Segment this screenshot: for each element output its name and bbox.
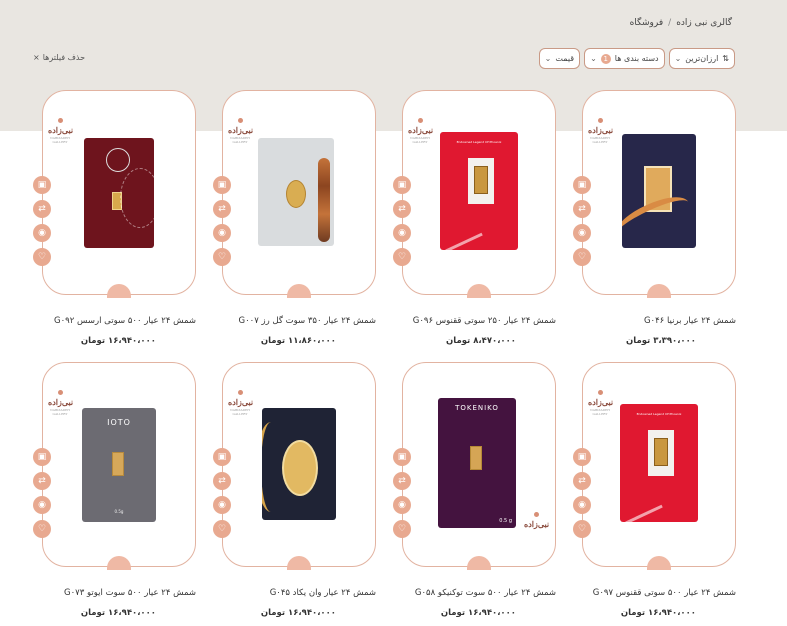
shuffle-icon[interactable]: ⇄	[33, 472, 51, 490]
eye-icon[interactable]: ◉	[213, 496, 231, 514]
product-card[interactable]: نبی‌زاده NABIZADEH GALLERY Endowned Legen…	[573, 362, 736, 618]
product-price: ۱۱،۸۶۰،۰۰۰ تومان	[260, 336, 336, 346]
eye-icon[interactable]: ◉	[573, 224, 591, 242]
eye-icon[interactable]: ◉	[393, 496, 411, 514]
heart-icon[interactable]: ♡	[573, 248, 591, 266]
brand-logo: نبی‌زاده NABIZADEH GALLERY	[228, 118, 253, 144]
eye-icon[interactable]: ◉	[213, 224, 231, 242]
product-card[interactable]: نبی‌زاده NABIZADEH GALLERY Endowned Legen…	[393, 90, 556, 346]
cart-icon[interactable]: ▣	[393, 176, 411, 194]
sort-dropdown[interactable]: ⇅ ارزان‌ترین ⌄	[668, 48, 735, 69]
product-actions: ▣ ⇄ ◉ ♡	[393, 176, 411, 266]
product-image[interactable]: Endowned Legend Of Phoenix	[440, 132, 518, 250]
shuffle-icon[interactable]: ⇄	[33, 200, 51, 218]
close-icon: ×	[33, 53, 40, 62]
shuffle-icon[interactable]: ⇄	[573, 200, 591, 218]
cart-icon[interactable]: ▣	[213, 176, 231, 194]
filter-bar: ⇅ ارزان‌ترین ⌄ دسته بندی ها 1 ⌄ قیمت ⌄	[538, 48, 735, 69]
heart-icon[interactable]: ♡	[573, 520, 591, 538]
product-title[interactable]: شمش ۲۴ عیار برنیا G۰۴۶	[546, 316, 736, 326]
breadcrumb-separator: /	[668, 18, 672, 28]
breadcrumb-home[interactable]: گالری نبی زاده	[676, 18, 732, 28]
product-card[interactable]: نبی‌زاده NABIZADEH GALLERY ▣ ⇄ ◉ ♡ شمش ۲۴…	[573, 90, 736, 346]
heart-icon[interactable]: ♡	[213, 520, 231, 538]
product-title[interactable]: شمش ۲۴ عیار ۵۰۰ سوتی ارسس G۰۹۲	[6, 316, 196, 326]
product-price: ۱۶،۹۴۰،۰۰۰ تومان	[260, 608, 336, 618]
sort-label: ارزان‌ترین	[685, 54, 719, 63]
eye-icon[interactable]: ◉	[573, 496, 591, 514]
chevron-down-icon: ⌄	[590, 54, 597, 63]
product-image[interactable]: TOKENIKO 0.5 g	[438, 398, 516, 528]
product-title[interactable]: شمش ۲۴ عیار ۵۰۰ سوت توکنیکو G۰۵۸	[366, 588, 556, 598]
product-title[interactable]: شمش ۲۴ عیار ۵۰۰ سوت ایوتو G۰۷۳	[6, 588, 196, 598]
product-image[interactable]	[84, 138, 154, 248]
chevron-down-icon: ⌄	[544, 54, 552, 63]
eye-icon[interactable]: ◉	[393, 224, 411, 242]
cart-icon[interactable]: ▣	[213, 448, 231, 466]
breadcrumb-current: فروشگاه	[629, 18, 664, 28]
heart-icon[interactable]: ♡	[393, 248, 411, 266]
price-dropdown[interactable]: قیمت ⌄	[538, 48, 581, 69]
product-actions: ▣ ⇄ ◉ ♡	[213, 176, 231, 266]
product-image[interactable]	[262, 408, 336, 520]
product-price: ۱۶،۹۴۰،۰۰۰ تومان	[80, 608, 156, 618]
product-price: ۳،۳۹۰،۰۰۰ تومان	[626, 336, 696, 346]
product-actions: ▣ ⇄ ◉ ♡	[573, 448, 591, 538]
product-card[interactable]: نبی‌زاده NABIZADEH GALLERY ▣ ⇄ ◉ ♡ شمش ۲۴…	[213, 362, 376, 618]
product-image[interactable]	[258, 138, 334, 246]
product-actions: ▣ ⇄ ◉ ♡	[213, 448, 231, 538]
shuffle-icon[interactable]: ⇄	[393, 200, 411, 218]
brand-logo: نبی‌زاده	[524, 512, 549, 529]
cart-icon[interactable]: ▣	[393, 448, 411, 466]
product-image[interactable]	[622, 134, 696, 248]
brand-logo: نبی‌زاده NABIZADEH GALLERY	[588, 390, 613, 416]
product-title[interactable]: شمش ۲۴ عیار ۲۵۰ سوتی ققنوس G۰۹۶	[366, 316, 556, 326]
product-card[interactable]: نبی‌زاده NABIZADEH GALLERY IOTO 0.5g ▣ ⇄ ◉…	[33, 362, 196, 618]
product-title[interactable]: شمش ۲۴ عیار ۵۰۰ سوتی ققنوس G۰۹۷	[546, 588, 736, 598]
cart-icon[interactable]: ▣	[33, 448, 51, 466]
product-price: ۱۶،۹۴۰،۰۰۰ تومان	[620, 608, 696, 618]
clear-filters-button[interactable]: حذف فیلترها ×	[33, 53, 85, 62]
product-actions: ▣ ⇄ ◉ ♡	[33, 176, 51, 266]
brand-logo: نبی‌زاده NABIZADEH GALLERY	[48, 390, 73, 416]
product-card[interactable]: نبی‌زاده NABIZADEH GALLERY ▣ ⇄ ◉ ♡ شمش ۲۴…	[213, 90, 376, 346]
eye-icon[interactable]: ◉	[33, 496, 51, 514]
product-card[interactable]: TOKENIKO 0.5 g نبی‌زاده ▣ ⇄ ◉ ♡ شمش ۲۴ عی…	[393, 362, 556, 618]
shuffle-icon[interactable]: ⇄	[393, 472, 411, 490]
product-title[interactable]: شمش ۲۴ عیار ۳۵۰ سوت گل رز G۰۰۷	[186, 316, 377, 326]
category-dropdown[interactable]: دسته بندی ها 1 ⌄	[584, 48, 665, 69]
heart-icon[interactable]: ♡	[213, 248, 231, 266]
heart-icon[interactable]: ♡	[393, 520, 411, 538]
cart-icon[interactable]: ▣	[33, 176, 51, 194]
product-actions: ▣ ⇄ ◉ ♡	[393, 448, 411, 538]
clear-filters-label: حذف فیلترها	[42, 53, 86, 62]
chevron-down-icon: ⌄	[674, 54, 682, 63]
eye-icon[interactable]: ◉	[33, 224, 51, 242]
shuffle-icon[interactable]: ⇄	[573, 472, 591, 490]
product-image[interactable]: Endowned Legend Of Phoenix	[620, 404, 698, 522]
category-count-badge: 1	[600, 53, 611, 64]
product-actions: ▣ ⇄ ◉ ♡	[33, 448, 51, 538]
cart-icon[interactable]: ▣	[573, 448, 591, 466]
brand-logo: نبی‌زاده NABIZADEH GALLERY	[228, 390, 253, 416]
product-price: ۱۶،۹۴۰،۰۰۰ تومان	[80, 336, 156, 346]
sort-icon: ⇅	[722, 54, 729, 63]
product-image[interactable]: IOTO 0.5g	[82, 408, 156, 522]
product-price: ۸،۴۷۰،۰۰۰ تومان	[446, 336, 516, 346]
category-label: دسته بندی ها	[614, 54, 659, 63]
product-card[interactable]: نبی‌زاده NABIZADEH GALLERY ▣ ⇄ ◉ ♡ شمش ۲۴…	[33, 90, 196, 346]
brand-logo: نبی‌زاده NABIZADEH GALLERY	[588, 118, 613, 144]
heart-icon[interactable]: ♡	[33, 248, 51, 266]
product-actions: ▣ ⇄ ◉ ♡	[573, 176, 591, 266]
shuffle-icon[interactable]: ⇄	[213, 472, 231, 490]
brand-logo: نبی‌زاده NABIZADEH GALLERY	[408, 118, 433, 144]
shuffle-icon[interactable]: ⇄	[213, 200, 231, 218]
cart-icon[interactable]: ▣	[573, 176, 591, 194]
product-title[interactable]: شمش ۲۴ عیار وان یکاد G۰۴۵	[186, 588, 376, 598]
price-label: قیمت	[555, 54, 575, 63]
breadcrumb: گالری نبی زاده / فروشگاه	[630, 18, 732, 28]
product-price: ۱۶،۹۴۰،۰۰۰ تومان	[440, 608, 516, 618]
brand-logo: نبی‌زاده NABIZADEH GALLERY	[48, 118, 73, 144]
heart-icon[interactable]: ♡	[33, 520, 51, 538]
